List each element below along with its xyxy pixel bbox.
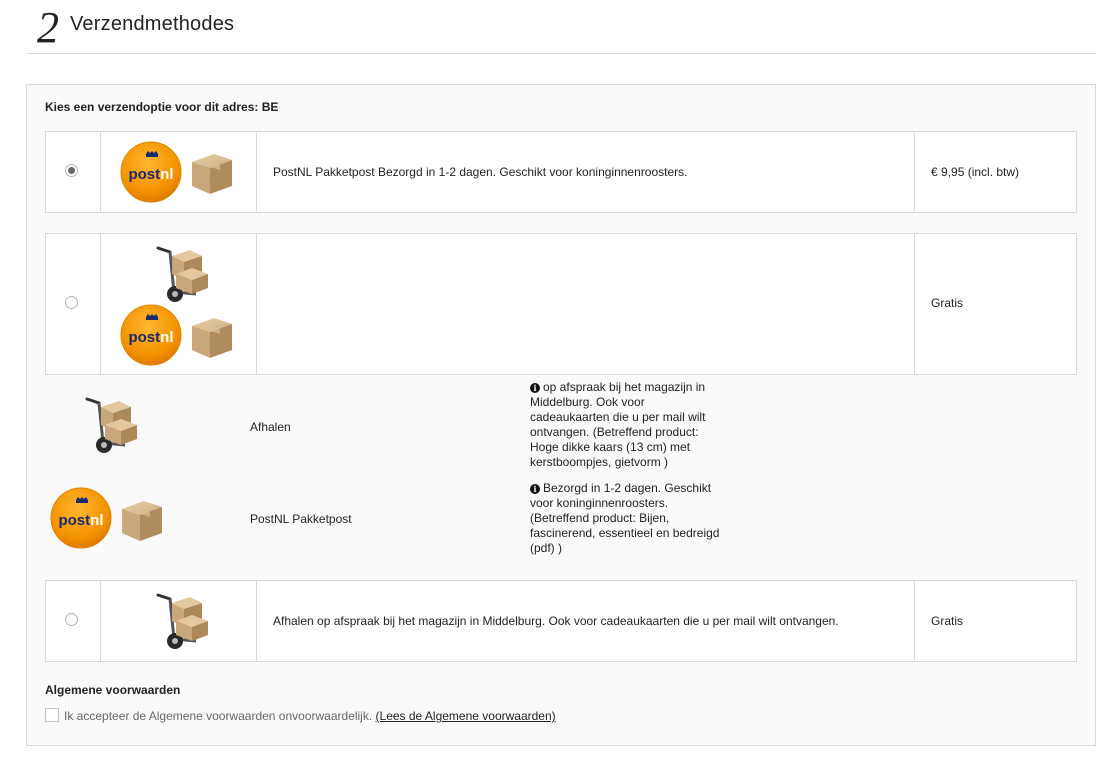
detail-info: i op afspraak bij het magazijn in Middelb… <box>530 380 706 469</box>
price-cell: Gratis <box>914 581 1076 661</box>
hand-truck-icon <box>81 395 143 455</box>
step-title: Verzendmethodes <box>70 13 235 35</box>
hand-truck-icon <box>152 591 214 651</box>
description-cell: Afhalen op afspraak bij het magazijn in … <box>256 581 915 661</box>
detail-name: Afhalen <box>250 420 291 434</box>
shipping-description: PostNL Pakketpost Bezorgd in 1-2 dagen. … <box>273 165 688 179</box>
postnl-logo-icon <box>50 487 112 549</box>
parcel-box-icon <box>188 150 236 196</box>
info-icon: i <box>530 383 540 393</box>
postnl-logo-icon <box>120 141 182 203</box>
step-number: 2 <box>37 3 59 52</box>
combined-details: Afhalen i op afspraak bij het magazijn in… <box>45 375 725 559</box>
shipping-price: € 9,95 (incl. btw) <box>931 165 1020 179</box>
radio-cell <box>46 234 101 374</box>
hand-truck-icon <box>152 244 214 304</box>
image-cell <box>100 234 257 374</box>
radio-cell <box>46 132 101 212</box>
shipping-radio-postnl[interactable] <box>65 164 78 177</box>
shipping-price: Gratis <box>931 296 964 310</box>
detail-name: PostNL Pakketpost <box>250 512 352 526</box>
terms-text: Ik accepteer de Algemene voorwaarden onv… <box>64 709 556 723</box>
step-header: 2 Verzendmethodes <box>27 0 1096 54</box>
description-cell <box>256 234 915 374</box>
parcel-box-icon <box>118 497 166 543</box>
price-cell: € 9,95 (incl. btw) <box>914 132 1076 212</box>
terms-accept-label[interactable]: Ik accepteer de Algemene voorwaarden onv… <box>64 709 372 723</box>
image-cell <box>100 132 257 212</box>
description-cell: PostNL Pakketpost Bezorgd in 1-2 dagen. … <box>256 132 915 212</box>
postnl-logo-icon <box>120 304 182 366</box>
detail-info: i Bezorgd in 1-2 dagen. Geschikt voor kon… <box>530 481 720 555</box>
image-cell <box>100 581 257 661</box>
terms-checkbox[interactable] <box>45 708 59 722</box>
shipping-option-afhalen[interactable]: Afhalen op afspraak bij het magazijn in … <box>45 580 1077 662</box>
shipping-radio-combined[interactable] <box>65 296 78 309</box>
shipping-price: Gratis <box>931 614 964 628</box>
radio-cell <box>46 581 101 661</box>
terms-link[interactable]: (Lees de Algemene voorwaarden) <box>376 709 556 723</box>
price-cell: Gratis <box>914 234 1076 374</box>
shipping-description: Afhalen op afspraak bij het magazijn in … <box>273 614 839 628</box>
shipping-option-postnl[interactable]: PostNL Pakketpost Bezorgd in 1-2 dagen. … <box>45 131 1077 213</box>
terms-title: Algemene voorwaarden <box>45 683 181 697</box>
info-icon: i <box>530 484 540 494</box>
parcel-box-icon <box>188 314 236 360</box>
choose-shipping-label: Kies een verzendoptie voor dit adres: BE <box>45 100 279 114</box>
shipping-radio-afhalen[interactable] <box>65 613 78 626</box>
shipping-panel: Kies een verzendoptie voor dit adres: BE… <box>26 84 1096 746</box>
shipping-option-combined[interactable]: Gratis <box>45 233 1077 375</box>
